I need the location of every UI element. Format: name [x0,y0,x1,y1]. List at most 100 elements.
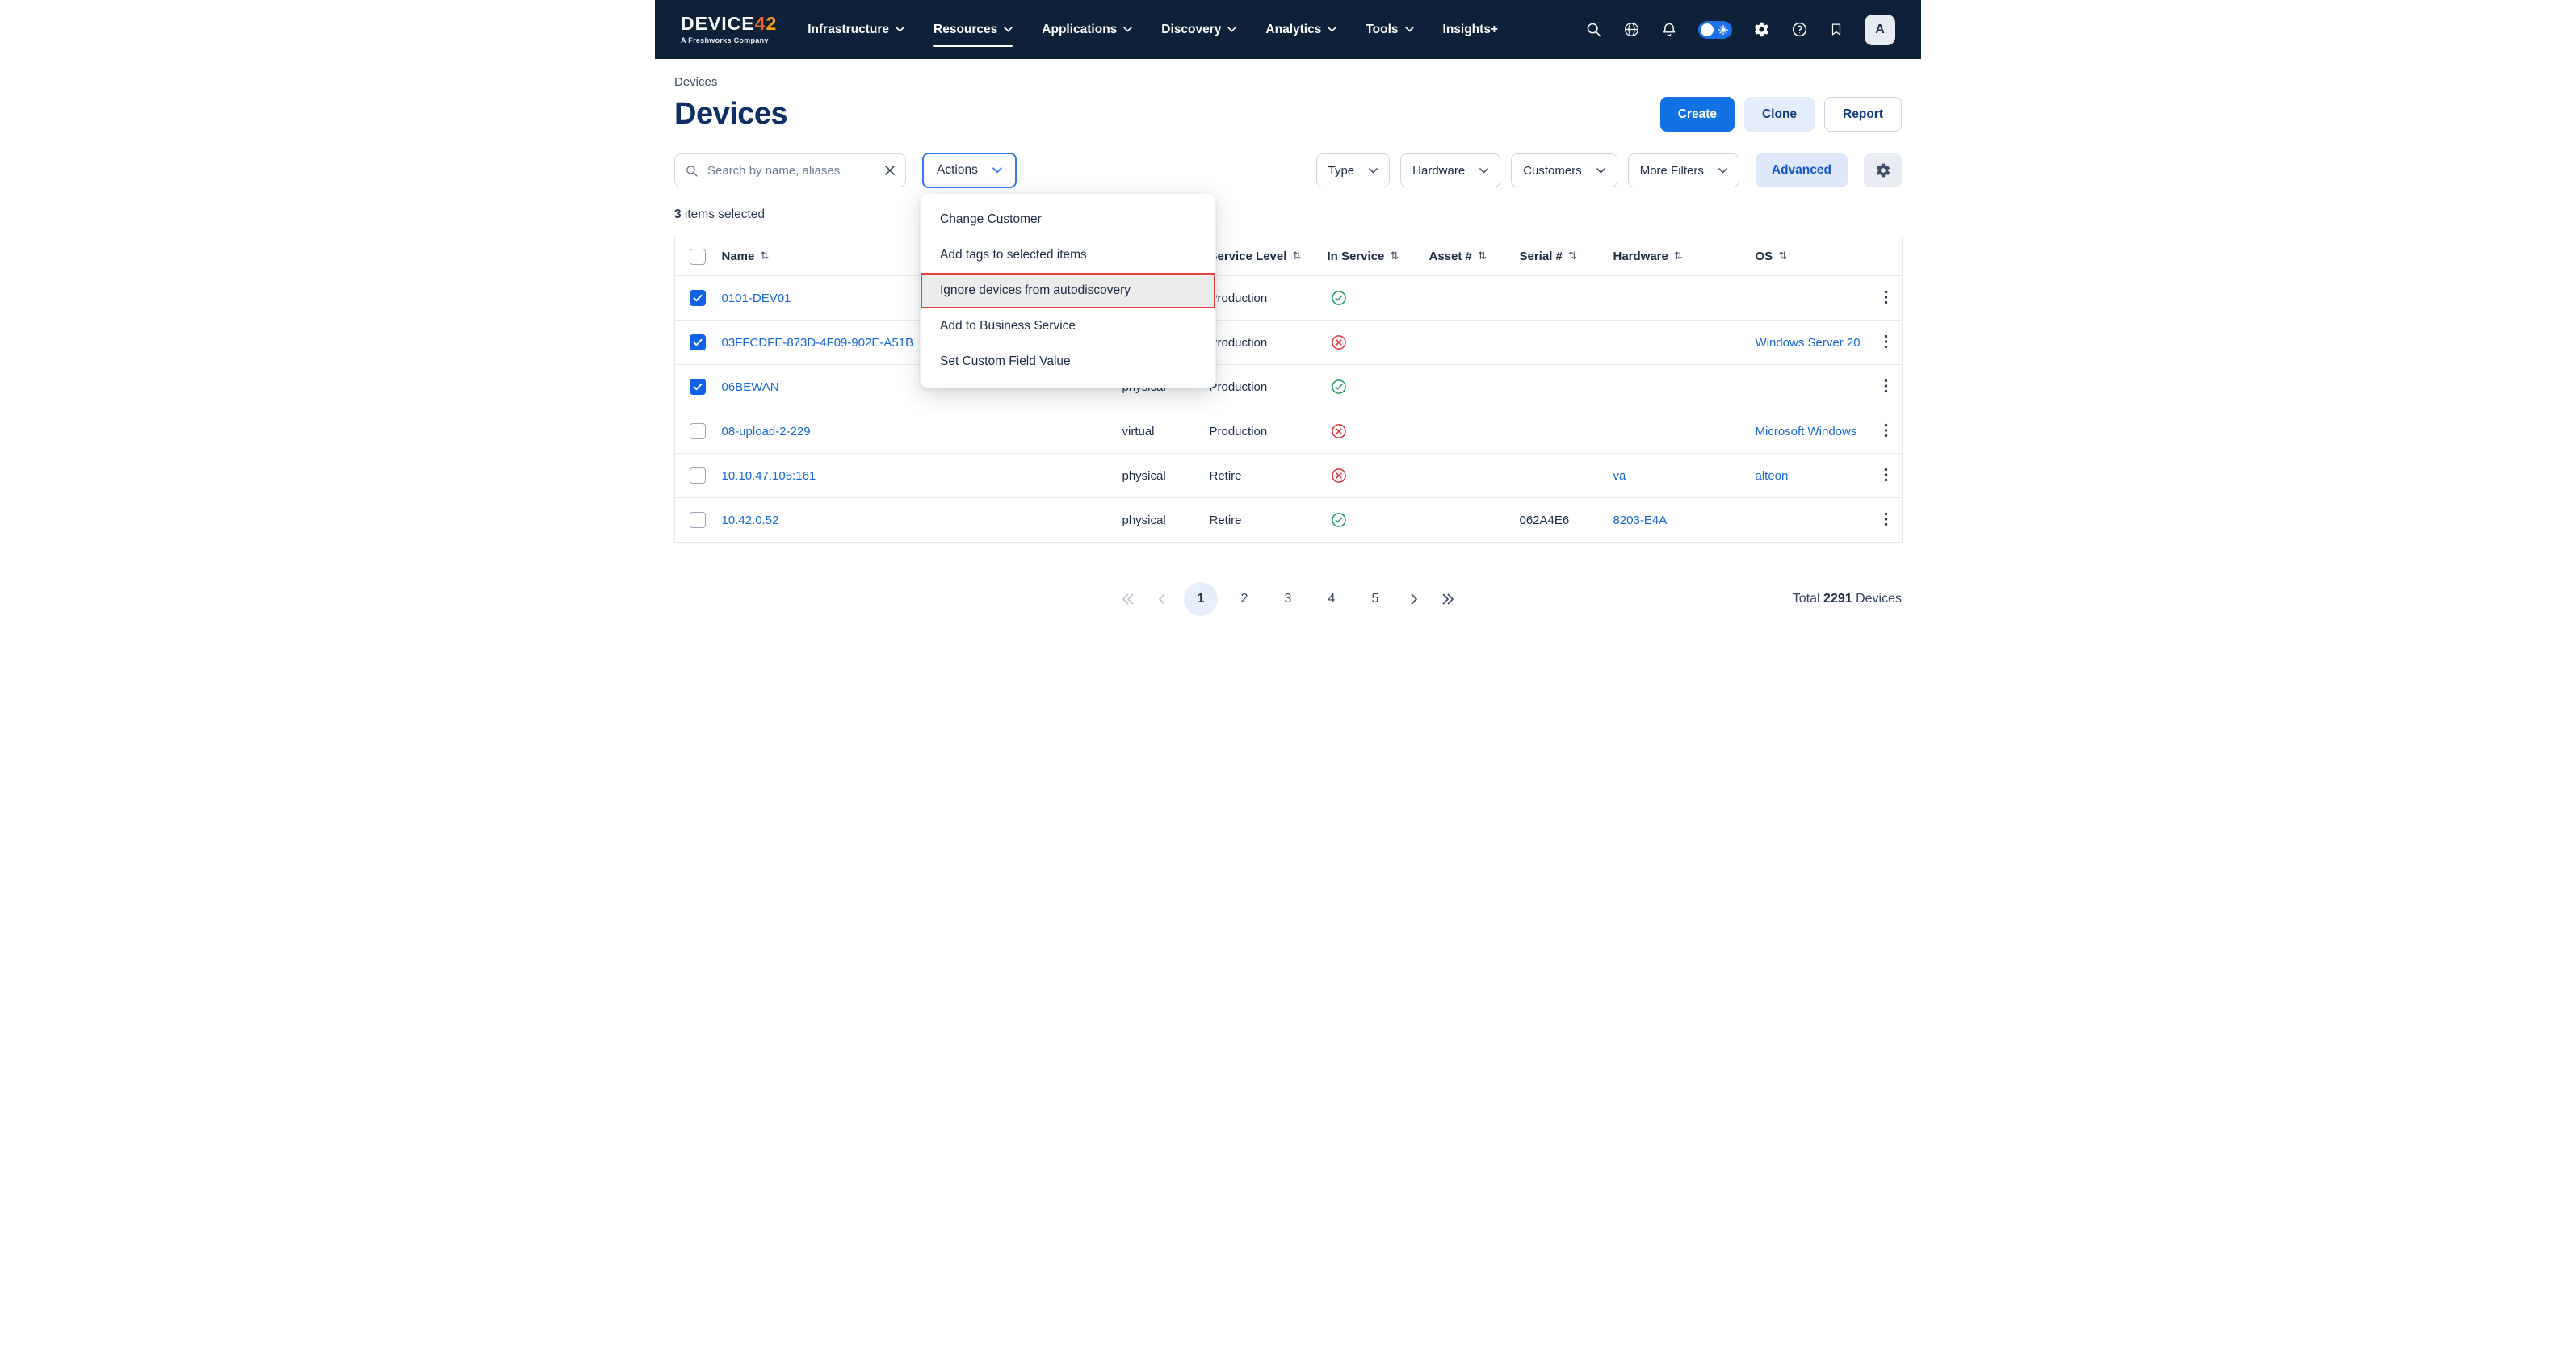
menu-item-add-to-business-service[interactable]: Add to Business Service [921,308,1215,344]
page-4-button[interactable]: 4 [1315,582,1349,616]
sort-icon[interactable]: ⇅ [1292,250,1301,262]
page-1-button[interactable]: 1 [1184,582,1218,616]
sort-icon[interactable]: ⇅ [1674,250,1683,262]
nav-item-discovery[interactable]: Discovery [1161,0,1236,59]
row-checkbox[interactable] [690,467,706,484]
sort-icon[interactable]: ⇅ [760,250,769,262]
table-row: 10.42.0.52physicalRetire062A4E68203-E4A [675,498,1903,543]
chevron-down-icon [1479,168,1488,174]
nav-item-applications[interactable]: Applications [1042,0,1132,59]
row-checkbox[interactable] [690,290,706,306]
device-type: virtual [1122,425,1155,438]
hardware-link[interactable]: va [1613,469,1626,483]
header-buttons: Create Clone Report [1660,97,1902,132]
clear-search-icon[interactable] [884,165,896,176]
select-all-checkbox[interactable] [690,249,706,265]
sort-icon[interactable]: ⇅ [1478,250,1487,262]
menu-item-ignore-devices-from-autodiscovery[interactable]: Ignore devices from autodiscovery [921,273,1215,308]
breadcrumb[interactable]: Devices [674,59,717,89]
nav-item-label: Applications [1042,23,1117,37]
row-kebab-menu-button[interactable] [1879,421,1893,439]
table-row: 10.10.47.105:161physicalRetirevaalteon [675,454,1903,498]
row-kebab-menu-button[interactable] [1879,466,1893,484]
device-name-link[interactable]: 03FFCDFE-873D-4F09-902E-A51B [722,336,914,350]
page-2-button[interactable]: 2 [1227,582,1261,616]
device42-logo[interactable]: DEVICE42 A Freshworks Company [681,15,777,44]
filter-type[interactable]: Type [1316,153,1391,187]
device-name-link[interactable]: 0101-DEV01 [722,291,791,305]
row-kebab-menu-button[interactable] [1879,510,1893,528]
sort-icon[interactable]: ⇅ [1390,250,1399,262]
filter-hardware[interactable]: Hardware [1400,153,1500,187]
row-kebab-menu-button[interactable] [1879,288,1893,306]
os-link[interactable]: Windows Server 20 [1756,336,1861,350]
column-header-hardware[interactable]: Hardware⇅ [1613,249,1683,263]
previous-page-button[interactable] [1150,582,1174,616]
bookmark-icon[interactable] [1829,21,1844,38]
nav-item-tools[interactable]: Tools [1366,0,1413,59]
row-checkbox[interactable] [690,379,706,395]
row-checkbox[interactable] [690,512,706,528]
os-link[interactable]: Microsoft Windows [1756,425,1857,438]
next-page-button[interactable] [1402,582,1426,616]
menu-item-add-tags-to-selected-items[interactable]: Add tags to selected items [921,237,1215,273]
nav-item-analytics[interactable]: Analytics [1265,0,1336,59]
theme-toggle[interactable] [1698,21,1732,39]
advanced-filters-button[interactable]: Advanced [1756,153,1848,187]
toggle-knob [1701,23,1714,36]
filter-customers[interactable]: Customers [1511,153,1617,187]
create-button[interactable]: Create [1660,97,1735,132]
double-chevron-right-icon [1439,591,1457,607]
chevron-down-icon [1596,168,1605,174]
menu-item-set-custom-field-value[interactable]: Set Custom Field Value [921,344,1215,379]
sort-icon[interactable]: ⇅ [1778,250,1787,262]
row-kebab-menu-button[interactable] [1879,377,1893,395]
search-icon[interactable] [1585,21,1602,38]
user-avatar[interactable]: A [1865,15,1895,45]
nav-item-insights[interactable]: Insights+ [1443,0,1498,59]
filter-more-filters[interactable]: More Filters [1628,153,1739,187]
device-name-link[interactable]: 08-upload-2-229 [722,425,811,438]
last-page-button[interactable] [1436,582,1460,616]
nav-item-resources[interactable]: Resources [933,0,1013,59]
service-level: Production [1210,380,1268,394]
settings-gear-icon[interactable] [1753,21,1770,38]
hardware-link[interactable]: 8203-E4A [1613,514,1668,527]
clone-button[interactable]: Clone [1744,97,1815,132]
column-header-in-service[interactable]: In Service⇅ [1328,249,1399,263]
page-title: Devices [674,97,787,132]
column-header-service-level[interactable]: Service Level⇅ [1210,249,1302,263]
menu-item-change-customer[interactable]: Change Customer [921,202,1215,237]
table-settings-button[interactable] [1864,153,1902,187]
os-link[interactable]: alteon [1756,469,1789,483]
row-checkbox[interactable] [690,334,706,350]
column-header-serial[interactable]: Serial #⇅ [1520,249,1577,263]
sort-icon[interactable]: ⇅ [1568,250,1577,262]
actions-dropdown-button[interactable]: Actions [922,153,1017,188]
search-box[interactable] [674,153,906,187]
help-icon[interactable] [1791,21,1808,38]
report-button[interactable]: Report [1824,97,1902,132]
device-name-link[interactable]: 06BEWAN [722,380,779,394]
table-row: 08-upload-2-229virtualProductionMicrosof… [675,409,1903,454]
column-header-os[interactable]: OS⇅ [1756,249,1788,263]
row-checkbox[interactable] [690,423,706,439]
in-service-yes-icon [1331,512,1347,528]
nav-item-label: Infrastructure [808,23,889,37]
main-nav: Infrastructure Resources Applications Disco… [808,0,1498,59]
row-kebab-menu-button[interactable] [1879,333,1893,350]
column-header-name[interactable]: Name⇅ [722,249,770,263]
logo-text: DEVICE42 [681,15,777,33]
notifications-bell-icon[interactable] [1661,21,1677,38]
globe-icon[interactable] [1623,21,1640,38]
page-5-button[interactable]: 5 [1358,582,1392,616]
search-input[interactable] [706,163,877,178]
first-page-button[interactable] [1116,582,1140,616]
page-3-button[interactable]: 3 [1271,582,1305,616]
nav-item-label: Analytics [1265,23,1321,37]
column-header-asset[interactable]: Asset #⇅ [1429,249,1487,263]
navbar-right-icons: A [1585,15,1895,45]
nav-item-infrastructure[interactable]: Infrastructure [808,0,904,59]
device-name-link[interactable]: 10.10.47.105:161 [722,469,816,483]
device-name-link[interactable]: 10.42.0.52 [722,514,779,527]
